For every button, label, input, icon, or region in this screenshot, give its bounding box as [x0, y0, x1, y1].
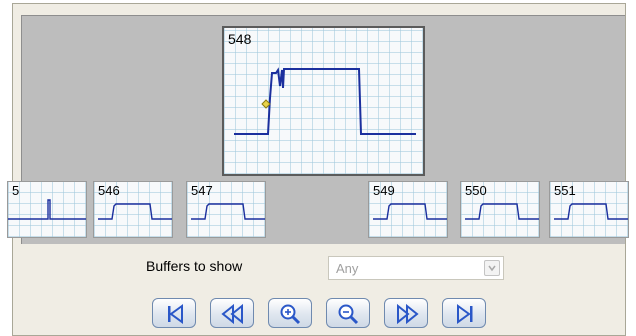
thumbnail-number: 551	[554, 183, 576, 198]
thumbnail-frame[interactable]: 549	[368, 181, 448, 238]
waveform-plot	[234, 67, 416, 135]
previous-frame-icon	[221, 303, 243, 325]
first-frame-icon	[168, 304, 183, 324]
thumbnail-number: 550	[465, 183, 487, 198]
thumbnail-number: 549	[373, 183, 395, 198]
thumbnail-frame[interactable]: 5	[7, 181, 87, 238]
thumbnail-frame[interactable]: 546	[93, 181, 173, 238]
thumbnail-waveform	[8, 199, 86, 220]
waveform-line	[234, 67, 416, 135]
select-value: Any	[336, 261, 359, 276]
thumbnail-frame[interactable]: 547	[186, 181, 266, 238]
chevron-down-icon[interactable]	[484, 260, 500, 276]
last-frame-icon	[457, 304, 473, 324]
buffers-to-show-select[interactable]: Any	[328, 256, 504, 280]
thumbnail-frame[interactable]: 551	[549, 181, 629, 238]
zoom-out-icon	[338, 304, 359, 325]
buffers-to-show-label: Buffers to show	[146, 258, 243, 274]
selected-frame-548[interactable]: 548	[222, 26, 425, 176]
thumbnail-number: 547	[191, 183, 213, 198]
zoom-out-button[interactable]	[326, 298, 370, 328]
zoom-in-icon	[280, 304, 301, 325]
next-frame-icon	[397, 303, 419, 325]
thumbnail-number: 546	[98, 183, 120, 198]
zoom-in-button[interactable]	[268, 298, 312, 328]
frame-number: 548	[228, 31, 252, 47]
first-frame-button[interactable]	[152, 298, 196, 328]
previous-frame-button[interactable]	[210, 298, 254, 328]
last-frame-button[interactable]	[442, 298, 486, 328]
thumbnail-number: 5	[12, 183, 20, 198]
next-frame-button[interactable]	[384, 298, 428, 328]
thumbnail-frame[interactable]: 550	[460, 181, 540, 238]
